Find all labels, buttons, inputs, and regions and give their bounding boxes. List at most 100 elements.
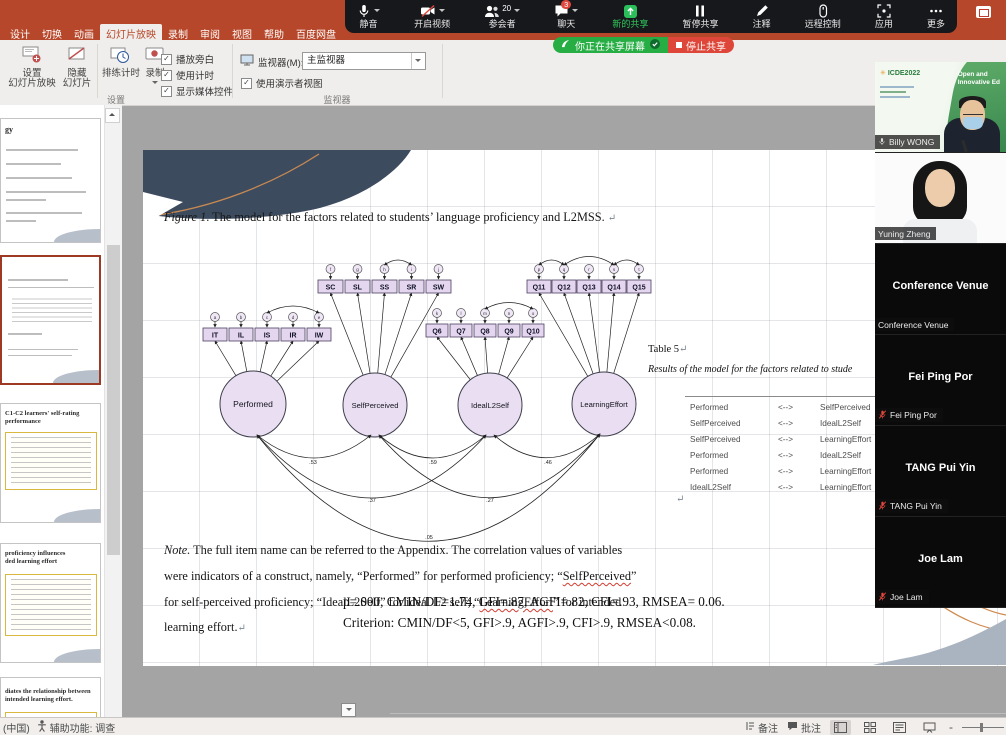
notes-icon — [745, 721, 755, 734]
participant-tile-venue[interactable]: Conference Venue Conference Venue — [875, 244, 1006, 335]
apps-button[interactable]: 应用 — [875, 4, 893, 29]
more-icon — [929, 4, 943, 20]
monitor-icon — [240, 54, 254, 69]
indicator-label: SS — [380, 285, 390, 292]
reading-view-button[interactable] — [889, 720, 910, 735]
normal-view-button[interactable] — [830, 720, 851, 735]
loading-arrow — [607, 293, 614, 372]
use-timings-checkbox[interactable]: ✓ 使用计时 — [161, 68, 214, 82]
scrollbar-thumb[interactable] — [107, 245, 120, 555]
hide-slide-button[interactable]: 隐藏 幻灯片 — [60, 45, 94, 88]
loading-arrow — [271, 341, 293, 376]
participant-tile-fei[interactable]: Fei Ping Por Fei Ping Por — [875, 335, 1006, 426]
accessibility-status[interactable]: 辅助功能: 调查 — [37, 720, 116, 735]
ribbon-tab-8[interactable]: 百度网盘 — [290, 24, 342, 43]
error-term-label: j — [437, 267, 439, 272]
mic-muted-icon — [878, 592, 887, 603]
thumbnail-scrollbar[interactable] — [104, 105, 122, 717]
notes-button[interactable]: 备注 — [745, 720, 778, 735]
dropdown-button[interactable] — [341, 703, 356, 717]
language-indicator[interactable]: (中国) — [3, 720, 30, 735]
thumb-decoration — [54, 229, 100, 242]
toolbar-label: 聊天 — [557, 19, 575, 29]
loading-arrow — [241, 341, 247, 372]
covariance-arc — [379, 434, 600, 498]
ribbon-tab-4[interactable]: 录制 — [162, 24, 194, 43]
pause-share-button[interactable]: 暂停共享 — [682, 4, 718, 29]
loading-arrow — [277, 341, 319, 381]
participant-tile-tang[interactable]: TANG Pui Yin TANG Pui Yin — [875, 426, 1006, 517]
ribbon-tab-2[interactable]: 动画 — [68, 24, 100, 43]
button-label: 排练计时 — [102, 68, 140, 79]
indicator-label: Q13 — [582, 285, 595, 292]
slide-thumbnail-4[interactable]: proficiency influencesded learning effor… — [0, 543, 101, 663]
participant-name-label: TANG Pui Yin — [875, 499, 948, 513]
loading-arrow — [507, 337, 533, 378]
indicator-label: IR — [290, 333, 297, 340]
share-indicator-icon[interactable] — [976, 6, 991, 18]
thumb-mini-table — [12, 295, 92, 325]
thumbnail-title: diates the relationship betweenintended … — [5, 688, 97, 704]
zoom-slider[interactable] — [962, 727, 1004, 728]
table-cell: <--> — [778, 419, 793, 428]
setup-slideshow-button[interactable]: 设置 幻灯片放映 — [6, 45, 58, 88]
stop-share-button[interactable]: 停止共享 — [668, 37, 734, 53]
ribbon-tab-5[interactable]: 审阅 — [194, 24, 226, 43]
covariance-value: .53 — [309, 460, 317, 466]
participant-name-label: Fei Ping Por — [875, 408, 943, 422]
rehearse-timings-button[interactable]: 排练计时 — [100, 45, 142, 79]
mute-button[interactable]: 静音 — [357, 4, 380, 29]
participant-tile-billy[interactable]: ✳ ICDE2022 Open and Innovative Ed Billy … — [875, 62, 1006, 153]
slideshow-view-button[interactable] — [919, 720, 940, 735]
start-video-button[interactable]: 开启视频 — [414, 4, 450, 29]
participants-icon — [484, 4, 500, 20]
covariance-value: .37 — [368, 498, 376, 504]
loading-arrow — [485, 337, 488, 373]
slide-thumbnail-3[interactable]: C1-C2 learners' self-rating performance — [0, 403, 101, 523]
return-mark: ↵ — [608, 213, 616, 224]
table-cell: IdealL2Self — [820, 419, 861, 428]
zoom-slider-thumb[interactable] — [980, 723, 983, 732]
annotate-button[interactable]: 注释 — [753, 4, 771, 29]
indicator-label: Q10 — [526, 329, 539, 336]
latent-factor-label: SelfPerceived — [352, 401, 399, 410]
ribbon-tab-7[interactable]: 帮助 — [258, 24, 290, 43]
note-line2: were indicators of a construct, namely, … — [164, 569, 636, 584]
participant-tile-joe[interactable]: Joe Lam Joe Lam — [875, 517, 1006, 608]
ribbon-tab-0[interactable]: 设计 — [4, 24, 36, 43]
thumb-callout-box — [5, 574, 97, 636]
table-cell: SelfPerceived — [690, 435, 741, 444]
more-button[interactable]: 更多 — [927, 4, 945, 29]
participants-button[interactable]: 20 参会者 — [484, 4, 520, 29]
slide-thumbnail-2-selected[interactable] — [0, 255, 101, 385]
chevron-down-icon[interactable] — [439, 9, 445, 15]
chevron-down-icon[interactable] — [374, 9, 380, 15]
comments-button[interactable]: 批注 — [787, 720, 821, 735]
participant-name-label: Billy WONG — [875, 135, 940, 149]
scrollbar-up-arrow[interactable] — [105, 108, 120, 123]
error-covariance-arc — [267, 306, 319, 313]
zoom-out-button[interactable]: - — [949, 720, 953, 734]
slide-sorter-view-button[interactable] — [860, 720, 880, 735]
chevron-down-icon[interactable] — [572, 9, 578, 15]
remote-control-button[interactable]: 远程控制 — [805, 4, 841, 29]
play-narrations-checkbox[interactable]: ✓ 播放旁白 — [161, 52, 214, 66]
new-share-button[interactable]: 新的共享 — [612, 4, 648, 29]
slide-thumbnail-1[interactable]: gy — [0, 118, 101, 243]
chat-button[interactable]: 3 聊天 — [554, 4, 578, 29]
ribbon-tab-1[interactable]: 切换 — [36, 24, 68, 43]
presenter-view-checkbox[interactable]: ✓ 使用演示者视图 — [241, 76, 323, 90]
participant-name-center: TANG Pui Yin — [875, 462, 1006, 474]
slide-thumbnail-5[interactable]: diates the relationship betweenintended … — [0, 677, 101, 717]
covariance-value: .46 — [544, 460, 552, 466]
status-bar: (中国) 辅助功能: 调查 备注 批注 — [0, 717, 1006, 735]
toolbar-label: 远程控制 — [805, 19, 841, 29]
ribbon-tab-6[interactable]: 视图 — [226, 24, 258, 43]
toolbar-label: 应用 — [875, 19, 893, 29]
monitor-dropdown[interactable]: 主监视器 — [302, 52, 426, 70]
participant-tile-yuning[interactable]: Yuning Zheng — [875, 153, 1006, 244]
chevron-down-icon[interactable] — [514, 9, 520, 15]
covariance-arc — [494, 434, 600, 458]
ribbon-tab-3[interactable]: 幻灯片放映 — [100, 24, 162, 43]
pen-icon — [755, 4, 769, 20]
